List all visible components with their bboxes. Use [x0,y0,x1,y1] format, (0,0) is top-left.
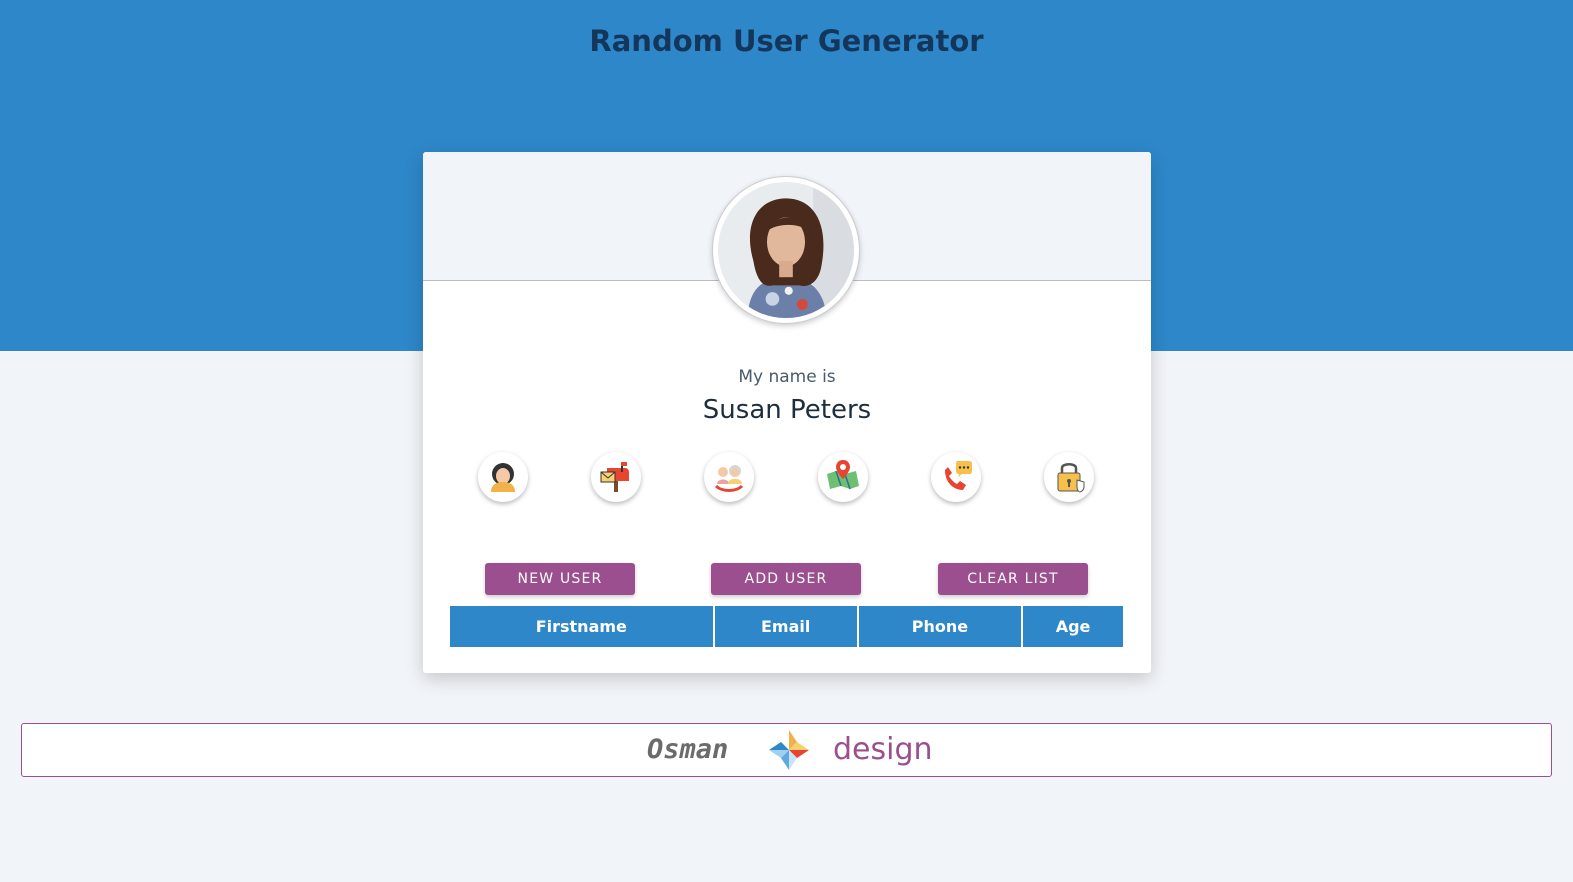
age-icon[interactable] [704,452,754,502]
clear-list-button[interactable]: CLEAR LIST [938,563,1088,595]
footer-brand: Osman design [21,723,1552,777]
mailbox-icon[interactable] [591,452,641,502]
brand-right-text: design [833,732,933,767]
user-icon[interactable] [478,452,528,502]
column-header-email: Email [714,606,857,647]
pinwheel-logo-icon [769,730,809,770]
add-user-button[interactable]: ADD USER [711,563,861,595]
location-map-icon[interactable] [818,452,868,502]
avatar [712,176,860,324]
table-header-row: Firstname Email Phone Age [450,606,1123,647]
user-card: My name is Susan Peters NEW USER ADD USE… [423,152,1151,673]
brand-left-text: Osman [647,734,729,765]
avatar-photo [718,182,854,318]
page-title: Random User Generator [589,24,984,58]
users-table: Firstname Email Phone Age [448,606,1125,647]
new-user-button[interactable]: NEW USER [485,563,635,595]
name-label: My name is [738,367,836,387]
phone-icon[interactable] [931,452,981,502]
column-header-phone: Phone [858,606,1022,647]
user-name: Susan Peters [702,395,872,425]
column-header-age: Age [1023,606,1123,647]
column-header-firstname: Firstname [450,606,713,647]
password-lock-icon[interactable] [1044,452,1094,502]
